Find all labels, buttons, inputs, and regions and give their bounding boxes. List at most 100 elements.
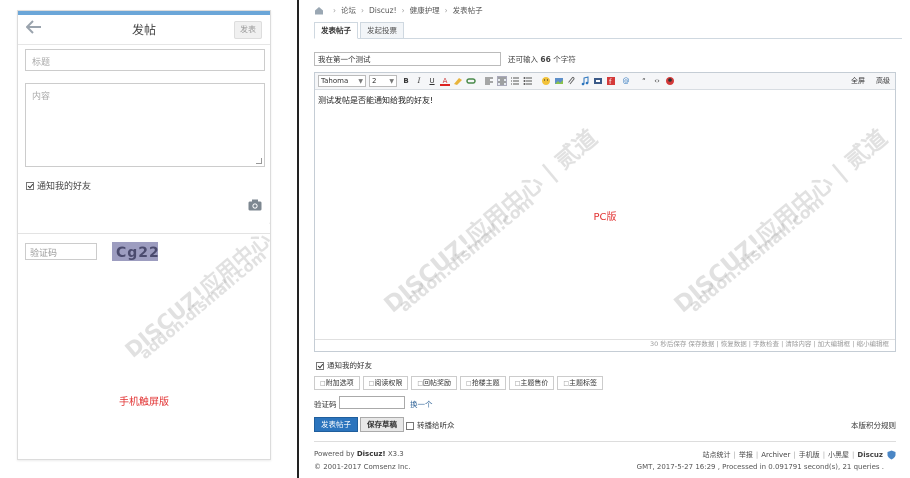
attachment-icon[interactable]: [567, 76, 577, 86]
transfer-checkbox[interactable]: [406, 421, 414, 430]
credit-rules-link[interactable]: 本版积分规则: [851, 420, 896, 431]
footer-link-separator: |: [822, 451, 826, 459]
align-center-icon[interactable]: [497, 76, 507, 86]
footer-link-blackroom[interactable]: 小黑屋: [828, 450, 849, 460]
footer-link-report[interactable]: 举报: [739, 450, 753, 460]
quote-icon[interactable]: “: [639, 76, 649, 86]
font-family-select[interactable]: Tahoma ▼: [318, 75, 366, 87]
underline-icon[interactable]: U: [427, 76, 437, 86]
align-left-icon[interactable]: [484, 76, 494, 86]
svg-text:Cg22: Cg22: [116, 245, 158, 261]
ordered-list-icon[interactable]: [510, 76, 520, 86]
footer-link-separator: |: [852, 451, 855, 459]
breadcrumb-separator: ›: [401, 6, 405, 15]
video-icon[interactable]: [593, 76, 603, 86]
footer-link-stats[interactable]: 站点统计: [703, 450, 731, 460]
pc-notify-checkbox[interactable]: [316, 361, 324, 370]
shield-icon[interactable]: [887, 450, 896, 460]
unordered-list-icon[interactable]: [523, 76, 533, 86]
mobile-title-input[interactable]: 标题: [25, 49, 265, 71]
footer-divider: [314, 441, 896, 442]
code-icon[interactable]: ‹›: [652, 76, 662, 86]
submit-post-button[interactable]: 发表帖子: [314, 417, 358, 432]
free-icon[interactable]: [665, 76, 675, 86]
powered-brand-link[interactable]: Discuz!: [357, 450, 386, 458]
copyright: © 2001-2017 Comsenz Inc.: [314, 463, 411, 471]
chevron-down-icon: ▼: [389, 78, 394, 85]
option-read-permission[interactable]: 阅读权限: [362, 376, 409, 390]
mobile-header: 发帖 发表: [18, 15, 270, 45]
footer-link-separator: |: [733, 451, 736, 459]
footer-link-archiver[interactable]: Archiver: [761, 451, 790, 459]
powered-version: X3.3: [387, 450, 404, 458]
highlight-icon[interactable]: [453, 76, 463, 86]
captcha-image[interactable]: Cg22: [112, 242, 159, 261]
mobile-post-page: 发帖 发表 标题 内容 通知我的好友 验证码 Cg22 手机触屏版 DISCUZ…: [17, 10, 271, 460]
mobile-captcha-input[interactable]: 验证码: [25, 243, 97, 260]
editor-status-text[interactable]: 30 秒后保存 保存数据 | 恢复数据 | 字数检查 | 清除内容 | 加大编辑…: [650, 338, 889, 348]
pc-title-input[interactable]: 我在第一个测试: [314, 52, 501, 66]
image-icon[interactable]: [554, 76, 564, 86]
pc-notify-label: 通知我的好友: [327, 361, 372, 370]
captcha-refresh-link[interactable]: 换一个: [410, 399, 433, 410]
camera-icon[interactable]: [248, 199, 262, 211]
emoji-icon[interactable]: [541, 76, 551, 86]
transfer-to-listeners[interactable]: 转播给听众: [406, 420, 455, 431]
font-size-value: 2: [372, 77, 377, 85]
pc-captcha-input[interactable]: [339, 396, 405, 409]
editor-body-text[interactable]: 测试发帖是否能通知给我的好友!: [318, 95, 433, 106]
fullscreen-button[interactable]: 全屏: [851, 76, 865, 86]
post-type-tabs: 发表帖子 发起投票: [314, 21, 902, 39]
option-extra[interactable]: 附加选项: [314, 376, 360, 390]
font-size-select[interactable]: 2 ▼: [369, 75, 397, 87]
mobile-caption: 手机触屏版: [119, 397, 169, 408]
advanced-mode-button[interactable]: 高级: [876, 76, 890, 86]
save-draft-button[interactable]: 保存草稿: [360, 417, 404, 432]
footer-link-mobile[interactable]: 手机版: [799, 450, 820, 460]
footer-link-separator: |: [793, 451, 796, 459]
tab-post-thread[interactable]: 发表帖子: [314, 22, 358, 39]
option-thread-tags[interactable]: 主题标签: [557, 376, 604, 390]
pc-notify-friends[interactable]: 通知我的好友: [316, 360, 372, 371]
footer-link-separator: |: [755, 451, 759, 459]
option-reply-reward[interactable]: 回帖奖励: [411, 376, 458, 390]
post-options: 附加选项 阅读权限 回帖奖励 抢楼主题 主题售价 主题标签: [314, 376, 604, 390]
option-floor-rush[interactable]: 抢楼主题: [460, 376, 506, 390]
tab-start-poll[interactable]: 发起投票: [360, 22, 404, 39]
italic-icon[interactable]: I: [414, 76, 424, 86]
breadcrumb-item: 发表帖子: [452, 6, 483, 15]
resize-handle-icon[interactable]: [256, 158, 262, 164]
mobile-post-button[interactable]: 发表: [234, 21, 262, 39]
remaining-chars: 还可输入 66 个字符: [508, 54, 576, 65]
screenshot-root: 发帖 发表 标题 内容 通知我的好友 验证码 Cg22 手机触屏版 DISCUZ…: [0, 0, 910, 478]
font-family-value: Tahoma: [321, 77, 349, 85]
home-icon[interactable]: [314, 6, 324, 15]
breadcrumb-separator: ›: [361, 6, 364, 15]
mobile-notify-checkbox[interactable]: [26, 181, 34, 190]
powered-by: Powered by Discuz! X3.3: [314, 450, 404, 458]
option-thread-price[interactable]: 主题售价: [508, 376, 555, 390]
chevron-down-icon: ▼: [358, 78, 363, 85]
transfer-label: 转播给听众: [417, 421, 455, 430]
breadcrumb-item[interactable]: Discuz!: [369, 6, 397, 15]
footer-link-discuz[interactable]: Discuz: [857, 451, 883, 459]
remain-prefix: 还可输入: [508, 55, 538, 64]
mobile-content-placeholder: 内容: [32, 92, 51, 102]
link-icon[interactable]: [466, 76, 476, 86]
breadcrumb-item[interactable]: 论坛: [341, 5, 356, 16]
pc-caption: PC版: [593, 212, 617, 223]
mobile-page-title: 发帖: [131, 23, 156, 37]
mobile-notify-friends[interactable]: 通知我的好友: [26, 179, 91, 192]
divider-line: [297, 0, 299, 478]
font-color-icon[interactable]: A: [440, 76, 450, 86]
bold-icon[interactable]: B: [401, 76, 411, 86]
at-mention-icon[interactable]: @: [621, 76, 631, 86]
breadcrumb-separator: ›: [444, 6, 448, 15]
music-icon[interactable]: [580, 76, 590, 86]
rich-text-editor: Tahoma ▼ 2 ▼ B I U A f @ “ ‹› 全屏 高级 测试发帖…: [314, 72, 896, 352]
powered-prefix: Powered by: [314, 450, 355, 458]
remain-count: 66: [540, 55, 551, 64]
flash-icon[interactable]: f: [606, 76, 616, 86]
mobile-content-textarea[interactable]: 内容: [25, 83, 265, 167]
breadcrumb-item[interactable]: 健康护理: [410, 5, 440, 16]
